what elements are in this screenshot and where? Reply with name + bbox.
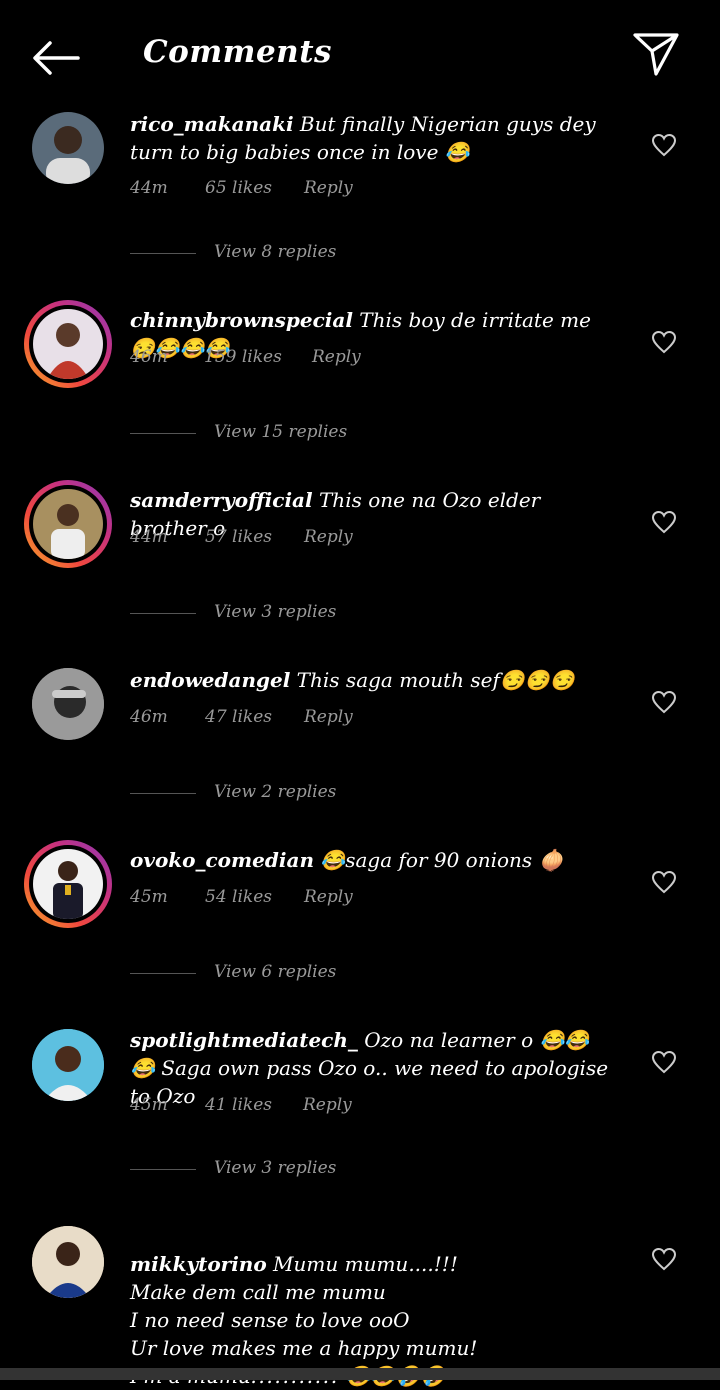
avatar[interactable] [24, 300, 112, 388]
view-replies-label: View 3 replies [214, 602, 337, 622]
heart-icon[interactable] [651, 1050, 677, 1074]
comment-meta: 45m 41 likes Reply [130, 1095, 530, 1119]
comment-meta: 45m 54 likes Reply [130, 887, 530, 911]
comment-meta: 44m 57 likes Reply [130, 527, 530, 551]
view-replies-button[interactable]: View 6 replies [130, 962, 430, 986]
send-icon[interactable] [632, 30, 680, 78]
comment-likes[interactable]: 47 likes [205, 707, 272, 727]
view-replies-label: View 8 replies [214, 242, 337, 262]
comment-meta: 44m 65 likes Reply [130, 178, 530, 202]
comment-username[interactable]: rico_makanaki [130, 112, 294, 136]
comment-text: rico_makanaki But finally Nigerian guys … [130, 110, 610, 166]
comment-time: 46m [130, 347, 168, 367]
heart-icon[interactable] [651, 330, 677, 354]
reply-button[interactable]: Reply [303, 1095, 352, 1115]
heart-icon[interactable] [651, 690, 677, 714]
reply-button[interactable]: Reply [304, 707, 353, 727]
comment-likes[interactable]: 159 likes [204, 347, 282, 367]
heart-icon[interactable] [651, 133, 677, 157]
view-replies-label: View 3 replies [214, 1158, 337, 1178]
avatar[interactable] [24, 660, 112, 748]
avatar[interactable] [24, 104, 112, 192]
comment-username[interactable]: chinnybrownspecial [130, 308, 353, 332]
page-title: Comments [143, 34, 332, 70]
view-replies-button[interactable]: View 3 replies [130, 602, 430, 626]
comment-username[interactable]: endowedangel [130, 668, 290, 692]
comment-username[interactable]: spotlightmediatech_ [130, 1028, 358, 1052]
comment-meta: 46m 159 likes Reply [130, 347, 530, 371]
avatar[interactable] [24, 840, 112, 928]
reply-button[interactable]: Reply [304, 527, 353, 547]
comment-body: 😂saga for 90 onions 🧅 [313, 848, 564, 872]
comment-likes[interactable]: 41 likes [205, 1095, 272, 1115]
reply-button[interactable]: Reply [312, 347, 361, 367]
comment-likes[interactable]: 54 likes [205, 887, 272, 907]
divider-line [130, 433, 196, 434]
comment-text: mikkytorino Mumu mumu....!!! Make dem ca… [130, 1222, 610, 1390]
comment-username[interactable]: ovoko_comedian [130, 848, 314, 872]
divider-line [130, 253, 196, 254]
view-replies-button[interactable]: View 15 replies [130, 422, 430, 446]
comment-likes[interactable]: 57 likes [205, 527, 272, 547]
comment-time: 44m [130, 178, 168, 198]
view-replies-label: View 6 replies [214, 962, 337, 982]
comment-time: 44m [130, 527, 168, 547]
comment-text: ovoko_comedian 😂saga for 90 onions 🧅 [130, 846, 610, 874]
view-replies-button[interactable]: View 3 replies [130, 1158, 430, 1182]
divider-line [130, 613, 196, 614]
avatar[interactable] [24, 1021, 112, 1109]
divider-line [130, 793, 196, 794]
divider-line [130, 973, 196, 974]
comment-body: This saga mouth sef😏😏😏 [290, 668, 575, 692]
avatar[interactable] [24, 1218, 112, 1306]
comment-time: 46m [130, 707, 168, 727]
heart-icon[interactable] [651, 1247, 677, 1271]
view-replies-label: View 2 replies [214, 782, 337, 802]
comment-username[interactable]: samderryofficial [130, 488, 313, 512]
view-replies-button[interactable]: View 2 replies [130, 782, 430, 806]
view-replies-button[interactable]: View 8 replies [130, 242, 430, 266]
divider-line [130, 1169, 196, 1170]
reply-button[interactable]: Reply [304, 887, 353, 907]
avatar[interactable] [24, 480, 112, 568]
comment-time: 45m [130, 887, 168, 907]
back-arrow-icon[interactable] [30, 38, 82, 78]
view-replies-label: View 15 replies [214, 422, 348, 442]
comment-username[interactable]: mikkytorino [130, 1252, 267, 1276]
heart-icon[interactable] [651, 870, 677, 894]
heart-icon[interactable] [651, 510, 677, 534]
bottom-bar [0, 1368, 720, 1380]
top-bar: Comments [0, 0, 720, 110]
comment-text: endowedangel This saga mouth sef😏😏😏 [130, 666, 610, 694]
comment-likes[interactable]: 65 likes [205, 178, 272, 198]
reply-button[interactable]: Reply [304, 178, 353, 198]
comment-meta: 46m 47 likes Reply [130, 707, 530, 731]
comment-time: 45m [130, 1095, 168, 1115]
